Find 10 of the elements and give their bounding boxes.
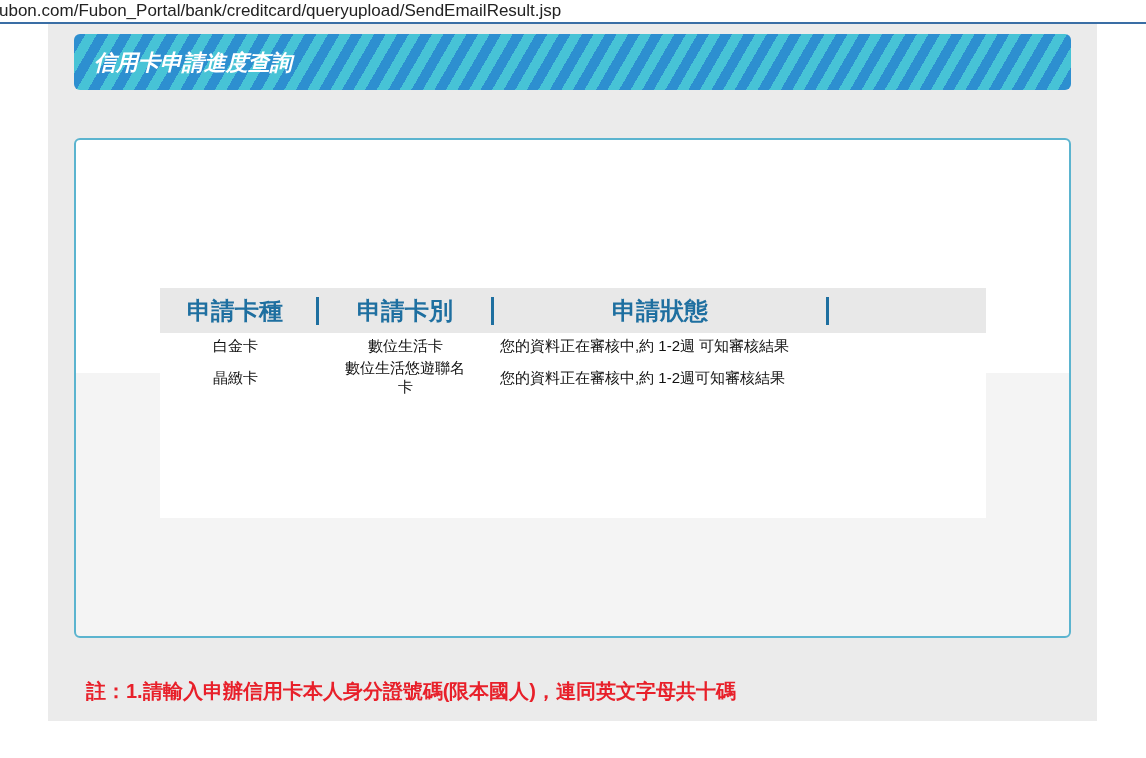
table-cell-text: 您的資料正在審核中,約 1-2週 可知審核結果: [500, 336, 791, 355]
column-header: 申請卡別: [356, 295, 454, 326]
column-header: 申請卡種: [186, 295, 284, 326]
table-cell-text: 晶緻卡: [211, 367, 259, 387]
table-cell-text: 數位生活悠遊聯名卡: [344, 358, 466, 396]
table-cell-text: 白金卡: [211, 336, 259, 355]
column-header: 申請狀態: [611, 295, 709, 326]
table-cell-text: 您的資料正在審核中,約 1-2週可知審核結果: [500, 367, 786, 387]
table-cell-text: 數位生活卡: [366, 336, 444, 355]
note-text: 註：1.請輸入申辦信用卡本人身分證號碼(限本國人)，連同英文字母共十碼: [86, 679, 737, 704]
